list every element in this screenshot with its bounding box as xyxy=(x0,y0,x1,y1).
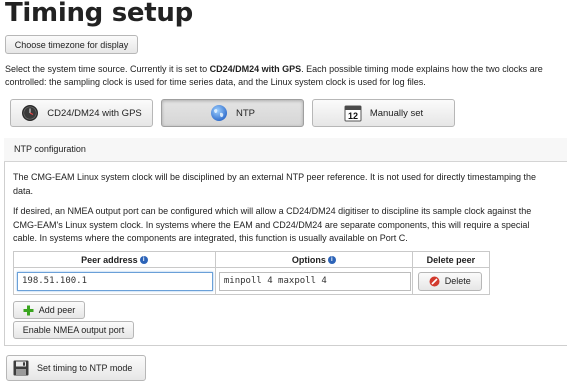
options-header: Options i xyxy=(214,251,413,268)
mode-gps-label: CD24/DM24 with GPS xyxy=(47,107,142,119)
ntp-config-header: NTP configuration xyxy=(4,138,567,162)
delete-peer-label: Delete xyxy=(444,276,471,286)
peer-address-cell xyxy=(13,267,216,295)
info-icon[interactable]: i xyxy=(139,256,148,265)
calendar-icon: 12 xyxy=(344,105,362,122)
enable-nmea-button[interactable]: Enable NMEA output port xyxy=(13,321,134,339)
globe-icon xyxy=(211,105,227,121)
save-icon xyxy=(13,360,29,376)
mode-gps-button[interactable]: CD24/DM24 with GPS xyxy=(10,99,153,127)
intro-text: Select the system time source. Currently… xyxy=(5,64,543,87)
peer-address-input[interactable] xyxy=(17,271,213,291)
delete-peer-header: Delete peer xyxy=(411,251,491,268)
page-title: Timing setup xyxy=(5,0,193,28)
set-timing-label: Set timing to NTP mode xyxy=(37,363,133,373)
mode-ntp-label: NTP xyxy=(236,107,255,119)
peer-options-input[interactable] xyxy=(218,271,411,291)
options-cell xyxy=(214,267,413,295)
svg-text:12: 12 xyxy=(348,111,358,121)
ntp-config-heading: NTP configuration xyxy=(14,144,86,154)
nmea-description: If desired, an NMEA output port can be c… xyxy=(13,206,532,243)
enable-nmea-label: Enable NMEA output port xyxy=(22,325,125,335)
table-row: Delete xyxy=(13,267,491,295)
delete-peer-button[interactable]: Delete xyxy=(417,271,482,291)
mode-manual-button[interactable]: 12 Manually set xyxy=(312,99,455,127)
set-timing-button[interactable]: Set timing to NTP mode xyxy=(6,355,146,381)
ntp-description: The CMG-EAM Linux system clock will be d… xyxy=(13,172,537,196)
current-mode: CD24/DM24 with GPS xyxy=(209,64,302,74)
plus-icon xyxy=(23,305,34,315)
mode-manual-label: Manually set xyxy=(369,107,424,119)
info-icon[interactable]: i xyxy=(327,256,336,265)
clock-icon xyxy=(22,105,39,121)
choose-timezone-button[interactable]: Choose timezone for display xyxy=(5,35,138,54)
choose-timezone-label: Choose timezone for display xyxy=(14,39,129,50)
delete-icon xyxy=(429,276,440,286)
delete-cell: Delete xyxy=(411,267,491,295)
peer-address-header: Peer address i xyxy=(13,251,216,268)
mode-ntp-button[interactable]: NTP xyxy=(161,99,304,127)
peer-table: Peer address i Options i Delete peer 198… xyxy=(13,251,491,295)
add-peer-label: Add peer xyxy=(38,305,76,315)
add-peer-button[interactable]: Add peer xyxy=(13,301,85,319)
